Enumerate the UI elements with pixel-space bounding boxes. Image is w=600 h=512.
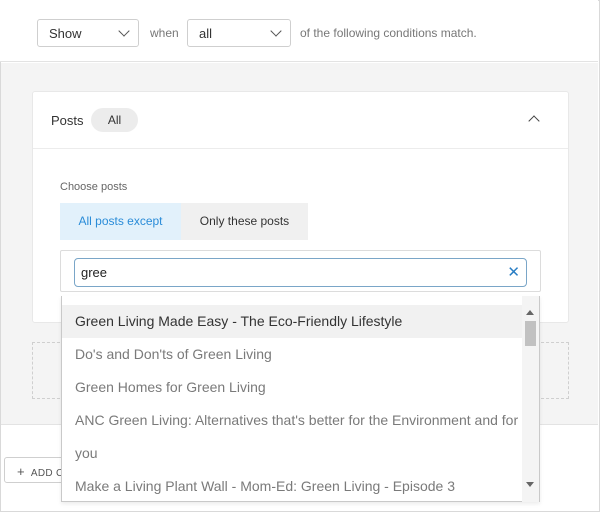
add-condition-label: ADD C <box>30 468 64 479</box>
chevron-up-icon[interactable] <box>528 115 540 127</box>
action-select-value: Show <box>49 26 82 41</box>
tab-all-posts-except[interactable]: All posts except <box>60 203 181 240</box>
list-item-continuation[interactable]: you <box>62 437 524 470</box>
chevron-down-icon <box>270 25 282 37</box>
post-search-results: Green Living Made Easy - The Eco-Friendl… <box>61 296 540 502</box>
list-item[interactable]: Make a Living Plant Wall - Mom-Ed: Green… <box>62 470 524 503</box>
scroll-up-icon[interactable] <box>526 310 534 315</box>
conditions-row: Show when all of the following condition… <box>0 0 598 62</box>
list-item[interactable]: Do's and Don'ts of Green Living <box>62 338 524 371</box>
posts-card-header[interactable]: Posts All <box>33 92 568 149</box>
match-select[interactable]: all <box>187 19 291 47</box>
list-item[interactable]: Green Living Made Easy - The Eco-Friendl… <box>62 305 524 338</box>
choose-posts-label: Choose posts <box>60 181 128 193</box>
scrollbar-thumb[interactable] <box>525 321 536 346</box>
match-select-value: all <box>199 26 213 41</box>
list-item[interactable]: Green Homes for Green Living <box>62 371 524 404</box>
post-search-input[interactable] <box>74 258 527 287</box>
plus-icon: + <box>17 464 25 479</box>
conditions-suffix-text: of the following conditions match. <box>300 26 477 40</box>
posts-label: Posts <box>51 113 84 128</box>
list-item[interactable]: ANC Green Living: Alternatives that's be… <box>62 404 524 437</box>
posts-scope-pill[interactable]: All <box>91 108 138 132</box>
scroll-down-icon[interactable] <box>526 482 534 487</box>
posts-condition-card: Posts All Choose posts All posts except … <box>32 91 569 323</box>
tab-only-these-posts[interactable]: Only these posts <box>181 203 308 240</box>
close-icon[interactable]: ✕ <box>507 263 520 281</box>
chevron-down-icon <box>118 25 130 37</box>
post-search-container: ✕ <box>60 250 541 292</box>
dropdown-scrollbar[interactable] <box>522 296 539 502</box>
when-text: when <box>150 26 179 40</box>
action-select[interactable]: Show <box>37 19 139 47</box>
